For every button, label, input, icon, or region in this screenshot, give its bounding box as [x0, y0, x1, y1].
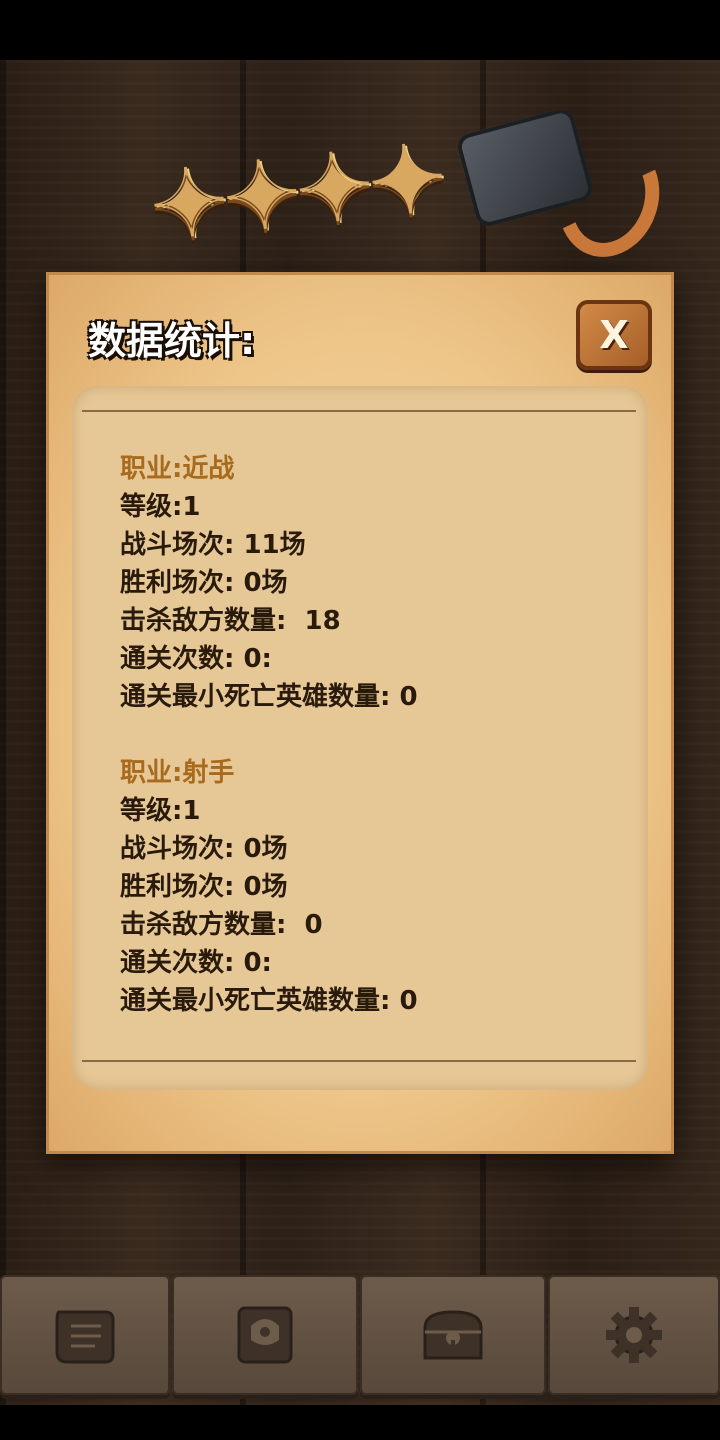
stat-min-hero-deaths: 通关最小死亡英雄数量: 0	[120, 682, 418, 712]
stat-battles: 战斗场次: 0场	[120, 834, 288, 864]
treasure-chest-icon	[423, 1310, 483, 1360]
class-title: 职业:射手	[120, 758, 235, 788]
dialog-title: 数据统计:	[88, 319, 256, 363]
divider-bottom	[82, 1060, 636, 1062]
nav-tab-treasure[interactable]	[360, 1275, 546, 1395]
stat-level: 等级:1	[120, 492, 201, 522]
close-icon: X	[599, 313, 629, 357]
nav-tab-settings[interactable]	[548, 1275, 720, 1395]
stat-wins: 胜利场次: 0场	[120, 568, 288, 598]
divider-top	[82, 410, 636, 412]
logo-wordmark: ✦✦✦✦	[145, 123, 448, 261]
stats-panel: 职业:近战 等级:1 战斗场次: 11场 胜利场次: 0场 击杀敌方数量: 18…	[72, 386, 648, 1090]
close-button[interactable]: X	[576, 300, 652, 370]
stat-kills: 击杀敌方数量: 0	[120, 910, 323, 940]
stat-wins: 胜利场次: 0场	[120, 872, 288, 902]
stat-clears: 通关次数: 0:	[120, 948, 272, 978]
stat-battles: 战斗场次: 11场	[120, 530, 306, 560]
stat-clears: 通关次数: 0:	[120, 644, 272, 674]
nav-tab-heroes[interactable]	[172, 1275, 358, 1395]
scroll-icon	[55, 1310, 115, 1364]
stats-list: 职业:近战 等级:1 战斗场次: 11场 胜利场次: 0场 击杀敌方数量: 18…	[120, 450, 418, 1058]
nav-tab-quests[interactable]	[0, 1275, 170, 1395]
stat-min-hero-deaths: 通关最小死亡英雄数量: 0	[120, 986, 418, 1016]
class-title: 职业:近战	[120, 454, 235, 484]
game-logo: ✦✦✦✦	[130, 106, 676, 285]
helmet-badge-icon	[237, 1306, 293, 1364]
status-bar	[0, 0, 720, 60]
class-block-archer: 职业:射手 等级:1 战斗场次: 0场 胜利场次: 0场 击杀敌方数量: 0 通…	[120, 754, 418, 1020]
system-nav-bar	[0, 1405, 720, 1440]
class-block-melee: 职业:近战 等级:1 战斗场次: 11场 胜利场次: 0场 击杀敌方数量: 18…	[120, 450, 418, 716]
bottom-nav	[0, 1275, 720, 1403]
stats-dialog: 数据统计: X 职业:近战 等级:1 战斗场次: 11场 胜利场次: 0场 击杀…	[46, 272, 674, 1154]
stat-level: 等级:1	[120, 796, 201, 826]
gear-icon	[606, 1307, 662, 1363]
stat-kills: 击杀敌方数量: 18	[120, 606, 341, 636]
